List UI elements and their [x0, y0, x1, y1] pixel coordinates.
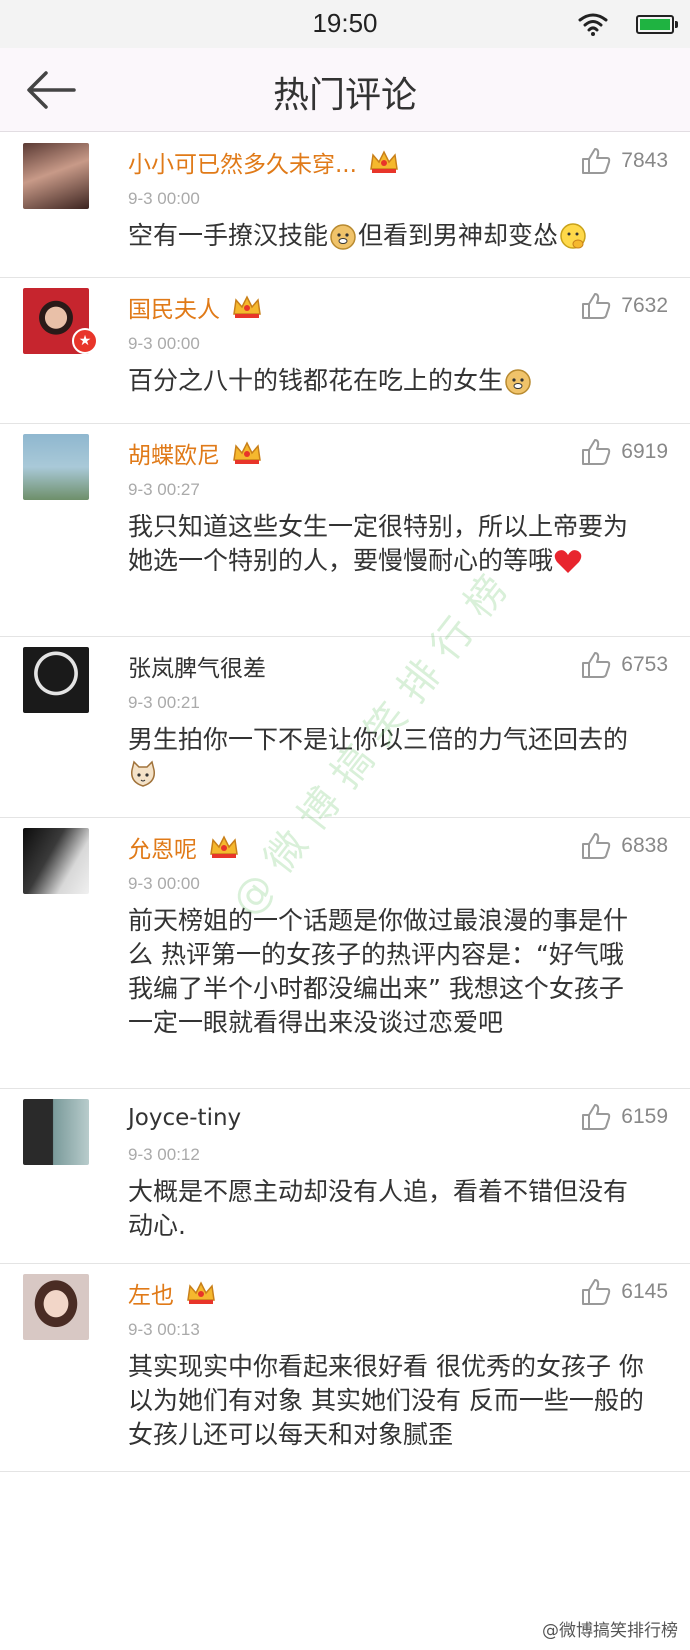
verified-badge-icon: ★ — [72, 328, 98, 354]
thumbs-up-icon — [582, 148, 611, 174]
vip-crown-icon — [210, 835, 238, 858]
like-button[interactable]: 6159 — [581, 1103, 668, 1131]
comment-item: 小小可已然多久未穿... 7843 9-3 00:00 空有一手撩汉技能 但看到男… — [0, 133, 690, 278]
username[interactable]: 国民夫人 — [128, 290, 220, 324]
timestamp: 9-3 00:12 — [128, 1145, 200, 1164]
thumbs-up-icon — [582, 439, 611, 465]
like-count: 6838 — [621, 834, 668, 857]
like-count: 6159 — [621, 1105, 668, 1128]
heart-icon — [554, 550, 582, 573]
corner-watermark: @微博搞笑排行榜 — [538, 1615, 682, 1642]
vip-crown-icon — [370, 150, 398, 173]
comment-item: Joyce-tiny 6159 9-3 00:12 大概是不愿主动却没有人追，看… — [0, 1089, 690, 1264]
username[interactable]: 张岚脾气很差 — [128, 649, 266, 683]
thumbs-up-icon — [582, 833, 611, 859]
like-button[interactable]: 6753 — [581, 651, 668, 679]
avatar[interactable] — [23, 828, 89, 894]
avatar[interactable] — [23, 434, 89, 500]
timestamp: 9-3 00:21 — [128, 693, 200, 712]
like-count: 7843 — [621, 149, 668, 172]
thinking-emoji-icon — [560, 223, 586, 249]
cat-emoji-icon — [130, 760, 156, 787]
comment-text-part: 空有一手撩汉技能 — [128, 221, 329, 250]
comment-text: 空有一手撩汉技能 但看到男神却变怂 — [128, 219, 648, 253]
timestamp: 9-3 00:13 — [128, 1320, 200, 1339]
comment-text: 大概是不愿主动却没有人追，看着不错但没有动心. — [128, 1177, 629, 1240]
comment-list: 小小可已然多久未穿... 7843 9-3 00:00 空有一手撩汉技能 但看到男… — [0, 133, 690, 1472]
comment-text: 百分之八十的钱都花在吃上的女生 — [128, 364, 648, 398]
doge-emoji-icon — [330, 224, 356, 250]
battery-icon — [636, 15, 678, 34]
comment-item: 胡蝶欧尼 6919 9-3 00:27 我只知道这些女生一定很特别，所以上帝要为… — [0, 424, 690, 637]
comment-item: ★ 国民夫人 7632 9-3 00:00 百分之八十的钱都花在吃上的女生 — [0, 278, 690, 424]
avatar[interactable] — [23, 647, 89, 713]
thumbs-up-icon — [582, 1279, 611, 1305]
thumbs-up-icon — [582, 1104, 611, 1130]
like-button[interactable]: 7843 — [581, 147, 668, 175]
like-count: 7632 — [621, 294, 668, 317]
like-count: 6919 — [621, 440, 668, 463]
like-count: 6145 — [621, 1280, 668, 1303]
comment-item: 张岚脾气很差 6753 9-3 00:21 男生拍你一下不是让你以三倍的力气还回… — [0, 637, 690, 818]
status-bar: 19:50 — [0, 0, 690, 48]
username[interactable]: 左也 — [128, 1276, 174, 1310]
thumbs-up-icon — [582, 652, 611, 678]
like-button[interactable]: 6919 — [581, 438, 668, 466]
wifi-icon — [578, 13, 608, 36]
avatar[interactable] — [23, 143, 89, 209]
comment-text-part: 百分之八十的钱都花在吃上的女生 — [128, 366, 504, 395]
comment-text: 其实现实中你看起来很好看 很优秀的女孩子 你以为她们有对象 其实她们没有 反而一… — [128, 1352, 644, 1449]
comment-item: 允恩呢 6838 9-3 00:00 前天榜姐的一个话题是你做过最浪漫的事是什么… — [0, 818, 690, 1089]
avatar[interactable] — [23, 1099, 89, 1165]
vip-crown-icon — [233, 295, 261, 318]
vip-crown-icon — [187, 1281, 215, 1304]
thumbs-up-icon — [582, 293, 611, 319]
comment-text-part: 男生拍你一下不是让你以三倍的力气还回去的 — [128, 725, 629, 754]
username[interactable]: 小小可已然多久未穿... — [128, 145, 357, 179]
timestamp: 9-3 00:00 — [128, 189, 200, 208]
comment-text: 我只知道这些女生一定很特别，所以上帝要为她选一个特别的人，要慢慢耐心的等哦 — [128, 510, 648, 578]
username[interactable]: 允恩呢 — [128, 830, 197, 864]
username[interactable]: Joyce-tiny — [128, 1105, 241, 1131]
nav-bar: 热门评论 — [0, 48, 690, 132]
vip-crown-icon — [233, 441, 261, 464]
avatar[interactable] — [23, 1274, 89, 1340]
like-button[interactable]: 6838 — [581, 832, 668, 860]
comment-text: 前天榜姐的一个话题是你做过最浪漫的事是什么 热评第一的女孩子的热评内容是：“好气… — [128, 906, 629, 1037]
doge-emoji-icon — [505, 369, 531, 395]
username[interactable]: 胡蝶欧尼 — [128, 436, 220, 470]
like-button[interactable]: 7632 — [581, 292, 668, 320]
timestamp: 9-3 00:27 — [128, 480, 200, 499]
timestamp: 9-3 00:00 — [128, 874, 200, 893]
comment-text: 男生拍你一下不是让你以三倍的力气还回去的 — [128, 723, 648, 791]
like-count: 6753 — [621, 653, 668, 676]
page-title: 热门评论 — [272, 75, 417, 116]
comment-text-part: 但看到男神却变怂 — [358, 221, 559, 250]
comment-item: 左也 6145 9-3 00:13 其实现实中你看起来很好看 很优秀的女孩子 你… — [0, 1264, 690, 1472]
timestamp: 9-3 00:00 — [128, 334, 200, 353]
like-button[interactable]: 6145 — [581, 1278, 668, 1306]
